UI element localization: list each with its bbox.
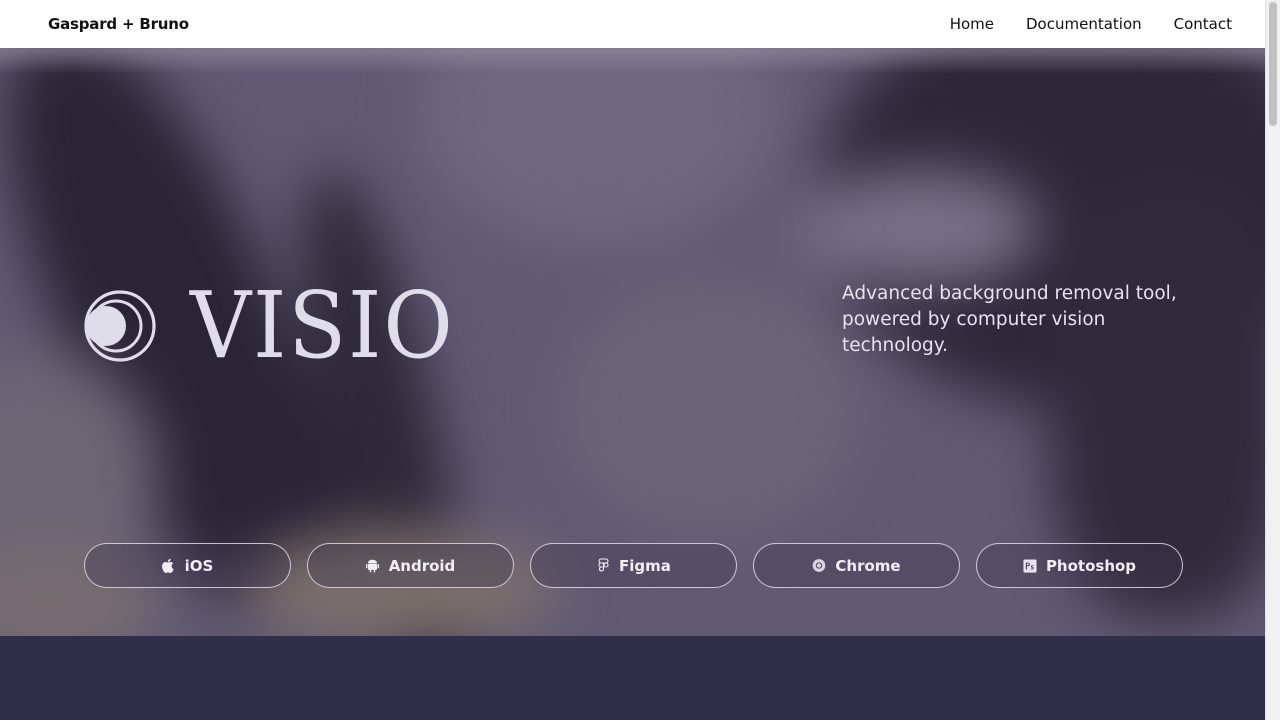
nav-link-home[interactable]: Home: [950, 15, 994, 33]
figma-icon: [596, 558, 610, 574]
android-button[interactable]: Android: [307, 543, 514, 588]
android-icon: [366, 558, 380, 574]
chrome-button[interactable]: Chrome: [753, 543, 960, 588]
photoshop-button[interactable]: Photoshop: [976, 543, 1183, 588]
hero-top-shade: [0, 48, 1265, 74]
photoshop-icon: [1023, 558, 1037, 574]
product-logo: VISIO: [84, 280, 478, 372]
top-navigation: Gaspard + Bruno Home Documentation Conta…: [0, 0, 1265, 48]
apple-icon: [162, 558, 176, 574]
figma-label: Figma: [619, 556, 671, 575]
product-name: VISIO: [190, 272, 455, 379]
brand-name[interactable]: Gaspard + Bruno: [48, 15, 189, 33]
hero-section: VISIO Advanced background removal tool, …: [0, 48, 1265, 636]
chrome-label: Chrome: [835, 556, 901, 575]
hero-tagline: Advanced background removal tool, powere…: [842, 283, 1177, 356]
next-section: [0, 636, 1265, 720]
figma-button[interactable]: Figma: [530, 543, 737, 588]
photoshop-label: Photoshop: [1045, 556, 1137, 575]
ios-label: iOS: [184, 556, 214, 575]
platform-buttons: iOS Android Figma Chrome Photoshop: [84, 543, 1183, 588]
android-label: Android: [388, 556, 456, 575]
nav-link-contact[interactable]: Contact: [1174, 15, 1232, 33]
ios-button[interactable]: iOS: [84, 543, 291, 588]
nav-links: Home Documentation Contact: [950, 15, 1232, 33]
chrome-icon: [812, 558, 826, 574]
scrollbar-thumb[interactable]: [1269, 2, 1277, 126]
nav-link-documentation[interactable]: Documentation: [1026, 15, 1142, 33]
vertical-scrollbar[interactable]: [1265, 0, 1280, 720]
lens-logo-icon: [84, 290, 156, 362]
